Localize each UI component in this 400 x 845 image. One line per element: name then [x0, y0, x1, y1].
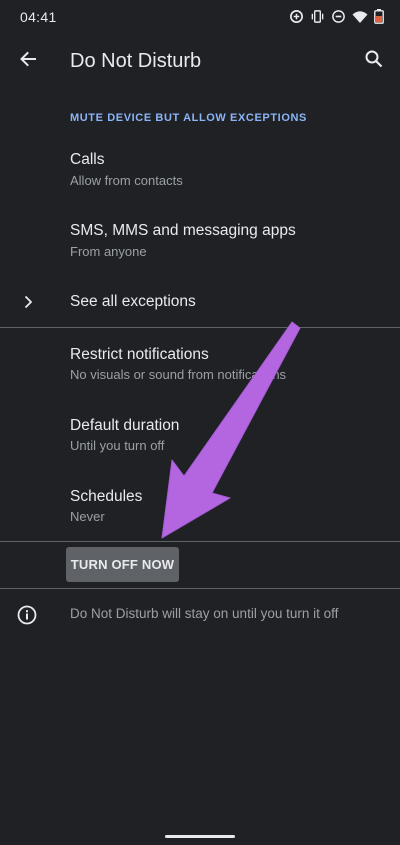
- section-header: MUTE DEVICE BUT ALLOW EXCEPTIONS: [70, 112, 307, 124]
- pref-summary: Until you turn off: [70, 438, 165, 453]
- pref-title: Restrict notifications: [70, 346, 209, 363]
- pref-summary: Allow from contacts: [70, 173, 183, 188]
- search-button[interactable]: [360, 47, 388, 75]
- pref-summary: No visuals or sound from notifications: [70, 367, 287, 382]
- pref-title: Calls: [70, 151, 105, 168]
- back-button[interactable]: [14, 47, 42, 75]
- divider: [0, 327, 400, 328]
- turn-off-now-button[interactable]: TURN OFF NOW: [66, 547, 179, 582]
- search-icon: [364, 49, 384, 74]
- wifi-icon: [352, 10, 368, 24]
- pref-calls[interactable]: Calls Allow from contacts: [0, 138, 400, 200]
- divider: [0, 541, 400, 542]
- pref-title: Schedules: [70, 488, 143, 505]
- divider: [0, 588, 400, 589]
- pref-summary: From anyone: [70, 244, 147, 259]
- gesture-nav-handle[interactable]: [165, 835, 235, 838]
- pref-summary: Never: [70, 509, 105, 524]
- dnd-icon: [331, 9, 346, 24]
- status-time: 04:41: [20, 9, 57, 25]
- chevron-right-icon: [18, 292, 38, 312]
- info-footer: Do Not Disturb will stay on until you tu…: [0, 598, 400, 634]
- pref-restrict-notifications[interactable]: Restrict notifications No visuals or sou…: [0, 333, 400, 395]
- battery-icon: [374, 9, 384, 24]
- info-text: Do Not Disturb will stay on until you tu…: [70, 606, 339, 621]
- app-bar: Do Not Disturb: [0, 34, 400, 88]
- status-icons: [289, 9, 384, 24]
- page-title: Do Not Disturb: [70, 50, 202, 72]
- pref-title: Default duration: [70, 417, 180, 434]
- pref-title: SMS, MMS and messaging apps: [70, 222, 296, 239]
- status-bar: 04:41: [0, 0, 400, 34]
- pref-messaging[interactable]: SMS, MMS and messaging apps From anyone: [0, 209, 400, 271]
- data-saver-icon: [289, 9, 304, 24]
- arrow-back-icon: [18, 49, 38, 74]
- pref-see-all-exceptions[interactable]: See all exceptions: [0, 284, 400, 320]
- pref-default-duration[interactable]: Default duration Until you turn off: [0, 404, 400, 466]
- vibrate-icon: [310, 9, 325, 24]
- pref-title: See all exceptions: [70, 293, 196, 310]
- info-icon: [16, 604, 38, 626]
- pref-schedules[interactable]: Schedules Never: [0, 475, 400, 537]
